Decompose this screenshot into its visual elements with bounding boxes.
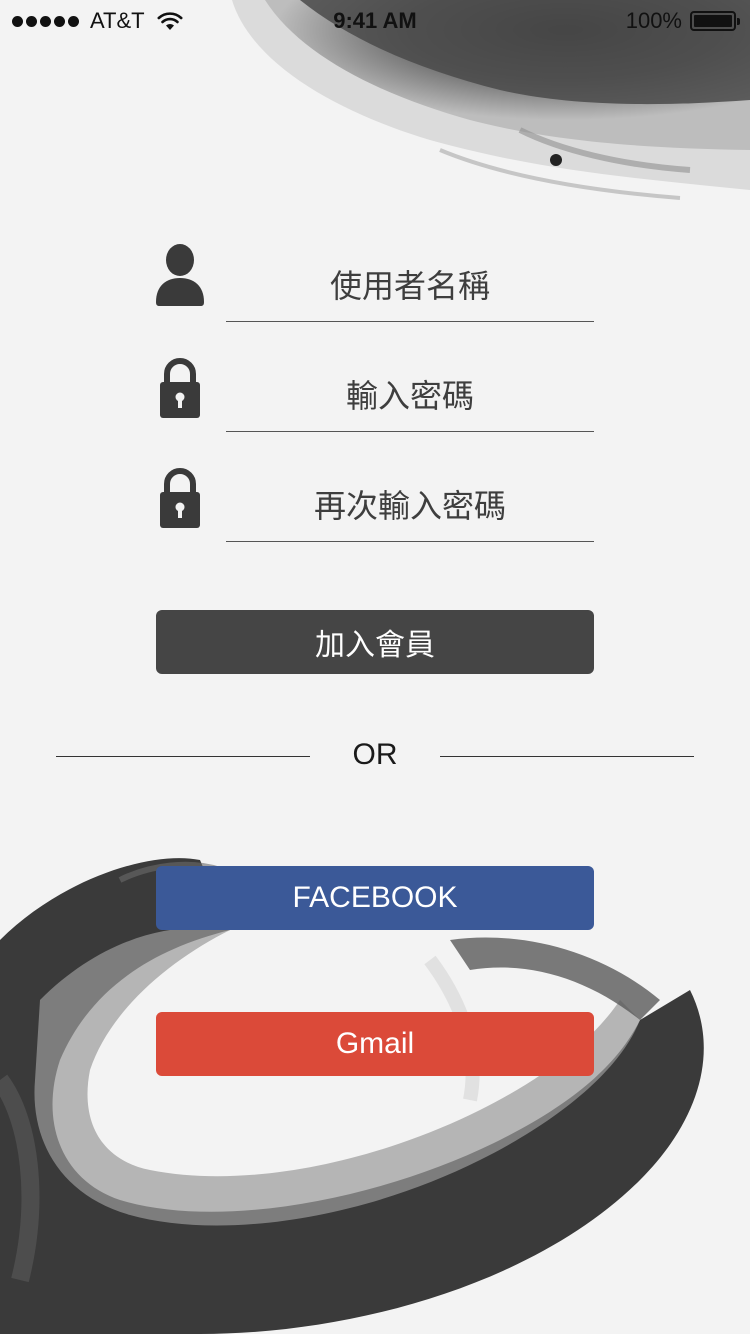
- confirm-password-input[interactable]: [226, 470, 594, 542]
- username-input[interactable]: [226, 250, 594, 322]
- status-right: 100%: [625, 8, 740, 34]
- status-bar: AT&T 9:41 AM 100%: [0, 0, 750, 40]
- battery-fill: [694, 15, 732, 27]
- password-row: [150, 340, 594, 440]
- password-input[interactable]: [226, 360, 594, 432]
- or-divider-text: OR: [352, 738, 398, 771]
- divider-line-left: [56, 756, 310, 757]
- gmail-login-button[interactable]: Gmail: [156, 1012, 594, 1076]
- battery-icon: [690, 11, 740, 31]
- battery-percentage: 100%: [625, 8, 682, 33]
- divider-line-right: [440, 756, 694, 757]
- lock-icon: [160, 468, 200, 528]
- facebook-login-button[interactable]: FACEBOOK: [156, 866, 594, 930]
- lock-icon: [160, 358, 200, 418]
- confirm-password-row: [150, 450, 594, 550]
- username-row: [150, 230, 594, 330]
- user-icon: [156, 244, 204, 306]
- join-member-button[interactable]: 加入會員: [156, 610, 594, 674]
